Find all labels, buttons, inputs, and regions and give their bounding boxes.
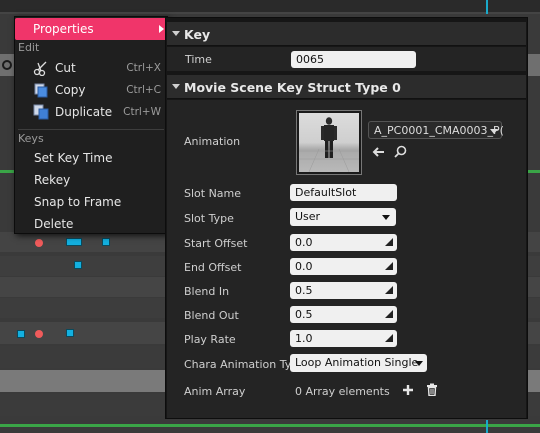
- menu-item-rekey[interactable]: Rekey: [15, 170, 167, 190]
- scissors-icon: [33, 61, 47, 76]
- menu-section-keys: Keys: [18, 132, 44, 145]
- chara-anim-type-label: Chara Animation Typ: [184, 358, 290, 371]
- character-figure-icon: [299, 117, 359, 173]
- menu-item-duplicate[interactable]: Duplicate Ctrl+W: [15, 102, 167, 122]
- key-marker[interactable]: [66, 329, 74, 337]
- end-offset-label: End Offset: [184, 261, 242, 274]
- copy-shortcut: Ctrl+C: [126, 84, 161, 96]
- time-input[interactable]: 0065: [291, 51, 416, 68]
- playhead-marker[interactable]: [486, 0, 488, 14]
- playhead-marker-bottom[interactable]: [486, 420, 488, 433]
- spin-handle-icon[interactable]: [385, 262, 393, 270]
- key-marker[interactable]: [66, 238, 82, 246]
- menu-item-set-key-time[interactable]: Set Key Time: [15, 148, 167, 168]
- time-label: Time: [185, 53, 212, 66]
- submenu-arrow-icon: [159, 25, 164, 33]
- slot-type-combo[interactable]: User: [290, 208, 396, 226]
- duplicate-shortcut: Ctrl+W: [123, 106, 161, 118]
- copy-icon: [34, 83, 48, 98]
- blend-in-input[interactable]: 0.5: [290, 282, 397, 299]
- animation-preview: [299, 113, 359, 173]
- time-value: 0065: [296, 53, 324, 66]
- rekey-label: Rekey: [34, 173, 71, 187]
- key-marker[interactable]: [35, 330, 43, 338]
- key-marker[interactable]: [35, 239, 43, 247]
- key-marker[interactable]: [74, 261, 82, 269]
- struct-section-header[interactable]: Movie Scene Key Struct Type 0: [167, 75, 526, 99]
- chevron-down-icon: [490, 129, 498, 134]
- menu-item-properties[interactable]: Properties: [15, 18, 167, 40]
- menu-item-snap-to-frame[interactable]: Snap to Frame: [15, 192, 167, 212]
- key-marker[interactable]: [102, 238, 110, 246]
- end-offset-value: 0.0: [295, 260, 313, 273]
- play-rate-input[interactable]: 1.0: [290, 330, 397, 347]
- blend-in-label: Blend In: [184, 285, 230, 298]
- chara-anim-type-value: Loop Animation Single: [295, 356, 419, 369]
- duplicate-label: Duplicate: [55, 105, 113, 119]
- blend-out-value: 0.5: [295, 308, 313, 321]
- search-icon[interactable]: [394, 145, 408, 159]
- animation-asset-combo[interactable]: A_PC0001_CMA0003_P(: [368, 121, 504, 139]
- chara-anim-type-combo[interactable]: Loop Animation Single: [290, 354, 427, 372]
- collapse-arrow-icon[interactable]: [172, 84, 180, 89]
- context-menu: Properties Edit Cut Ctrl+X Copy Ctrl+C D…: [14, 16, 168, 234]
- chevron-down-icon: [415, 361, 423, 366]
- end-offset-input[interactable]: 0.0: [290, 258, 397, 275]
- copy-label: Copy: [55, 83, 86, 97]
- set-key-time-label: Set Key Time: [34, 151, 113, 165]
- spin-handle-icon[interactable]: [385, 334, 393, 342]
- delete-label: Delete: [34, 217, 74, 231]
- struct-section-title: Movie Scene Key Struct Type 0: [184, 80, 401, 95]
- blend-out-label: Blend Out: [184, 309, 239, 322]
- time-row: Time 0065: [167, 47, 526, 71]
- play-rate-value: 1.0: [295, 332, 313, 345]
- properties-label: Properties: [33, 22, 94, 36]
- slot-type-value: User: [295, 210, 321, 223]
- start-offset-input[interactable]: 0.0: [290, 234, 397, 251]
- trash-icon[interactable]: [426, 383, 438, 396]
- timeline-divider: [0, 12, 540, 14]
- start-offset-value: 0.0: [295, 236, 313, 249]
- menu-item-cut[interactable]: Cut Ctrl+X: [15, 58, 167, 78]
- anim-array-label: Anim Array: [184, 385, 246, 398]
- anim-array-count: 0 Array elements: [295, 385, 390, 398]
- duplicate-icon: [33, 104, 49, 120]
- arrow-left-icon[interactable]: [372, 145, 386, 159]
- snap-to-frame-label: Snap to Frame: [34, 195, 122, 209]
- spin-handle-icon[interactable]: [385, 310, 393, 318]
- play-rate-label: Play Rate: [184, 333, 236, 346]
- timeline-ruler[interactable]: [0, 0, 540, 12]
- menu-item-copy[interactable]: Copy Ctrl+C: [15, 80, 167, 100]
- cut-shortcut: Ctrl+X: [126, 62, 161, 74]
- add-icon[interactable]: [402, 384, 414, 396]
- details-panel: Key Time 0065 Movie Scene Key Struct Typ…: [165, 17, 528, 419]
- slot-name-label: Slot Name: [184, 187, 242, 200]
- animation-asset-name: A_PC0001_CMA0003_P(: [374, 124, 504, 137]
- cut-label: Cut: [55, 61, 76, 75]
- key-marker[interactable]: [17, 330, 25, 338]
- slot-name-value: DefaultSlot: [295, 186, 357, 199]
- slot-type-label: Slot Type: [184, 212, 234, 225]
- key-section-title: Key: [184, 27, 211, 42]
- animation-label: Animation: [184, 135, 241, 148]
- collapse-arrow-icon[interactable]: [172, 31, 180, 36]
- chevron-down-icon: [382, 215, 390, 220]
- menu-section-edit: Edit: [18, 41, 40, 54]
- track-key-circle[interactable]: [2, 60, 12, 70]
- menu-separator: [18, 129, 164, 130]
- slot-name-input[interactable]: DefaultSlot: [290, 184, 397, 201]
- spin-handle-icon[interactable]: [385, 286, 393, 294]
- animation-thumbnail[interactable]: [296, 110, 362, 175]
- key-section-header[interactable]: Key: [167, 22, 526, 46]
- spin-handle-icon[interactable]: [385, 238, 393, 246]
- timeline-green-line-bottom: [0, 424, 540, 427]
- blend-out-input[interactable]: 0.5: [290, 306, 397, 323]
- blend-in-value: 0.5: [295, 284, 313, 297]
- start-offset-label: Start Offset: [184, 237, 248, 250]
- menu-item-delete[interactable]: Delete: [15, 214, 167, 234]
